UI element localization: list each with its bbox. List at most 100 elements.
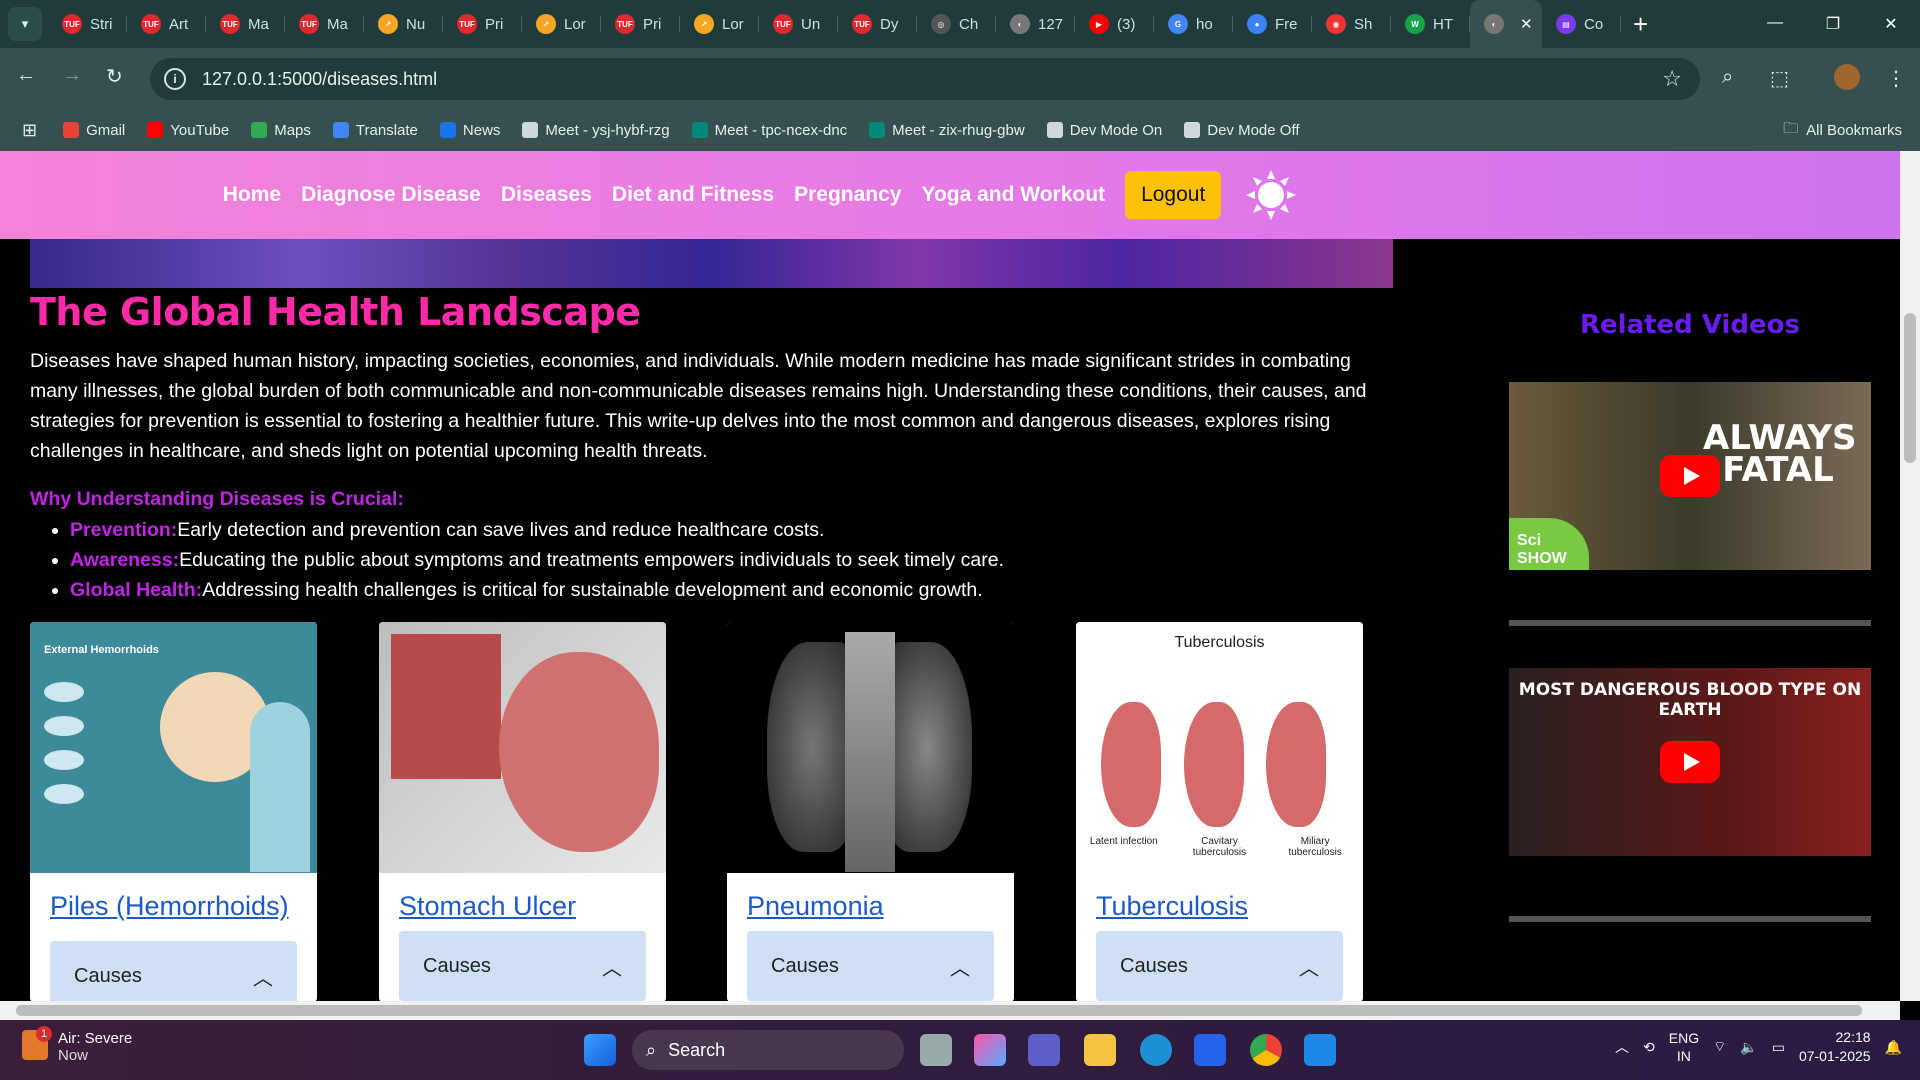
browser-tab[interactable]: TUF Pri — [601, 0, 680, 48]
nav-link-diseases[interactable]: Diseases — [501, 183, 592, 207]
browser-tab[interactable]: ◐ ✕ — [1470, 0, 1542, 48]
lung-illustration — [1101, 702, 1161, 827]
bookmark-item[interactable]: Meet - tpc-ncex-dnc — [691, 122, 847, 139]
bookmark-item[interactable]: Maps — [251, 122, 311, 139]
close-window-button[interactable]: ✕ — [1862, 14, 1920, 34]
logout-button[interactable]: Logout — [1125, 171, 1222, 219]
notification-bell-icon[interactable]: 🔔 — [1885, 1039, 1902, 1056]
new-tab-button[interactable]: + — [1633, 11, 1648, 37]
play-button-icon[interactable] — [1660, 455, 1720, 497]
vscode-icon[interactable] — [1304, 1034, 1336, 1066]
browser-tab[interactable]: ◉ Sh — [1312, 0, 1391, 48]
bookmark-item[interactable]: Meet - zix-rhug-gbw — [869, 122, 1025, 139]
minimize-button[interactable]: — — [1746, 14, 1804, 34]
profile-avatar[interactable] — [1834, 64, 1860, 90]
browser-tab[interactable]: ↗ Nu — [364, 0, 443, 48]
causes-accordion[interactable]: Causes ︿ — [50, 941, 297, 1002]
back-button[interactable]: ← — [16, 64, 36, 87]
browser-tab[interactable]: TUF Dy — [838, 0, 917, 48]
theme-toggle-sun-icon[interactable] — [1245, 169, 1297, 221]
horizontal-scrollbar[interactable] — [0, 1001, 1900, 1020]
browser-tab[interactable]: TUF Un — [759, 0, 838, 48]
causes-accordion[interactable]: Causes ︿ — [399, 931, 646, 1001]
volume-icon[interactable]: 🔈 — [1740, 1039, 1757, 1056]
bookmark-item[interactable]: Dev Mode Off — [1184, 122, 1300, 139]
extensions-icon[interactable]: ⬚ — [1770, 66, 1789, 91]
browser-tab[interactable]: ▶ (3) — [1075, 0, 1154, 48]
browser-tab[interactable]: TUF Pri — [443, 0, 522, 48]
nav-link-diet-and-fitness[interactable]: Diet and Fitness — [612, 183, 774, 207]
reload-button[interactable]: ↻ — [106, 64, 123, 89]
browser-tab[interactable]: ▤ Co — [1542, 0, 1621, 48]
store-icon[interactable] — [1194, 1034, 1226, 1066]
menu-icon[interactable]: ⋮ — [1886, 66, 1906, 91]
video-thumbnail[interactable]: ALWAYS FATAL Sci SHOW — [1509, 382, 1871, 570]
card-title-link[interactable]: Stomach Ulcer — [399, 891, 646, 921]
browser-tab[interactable]: ● Fre — [1233, 0, 1312, 48]
taskbar-search[interactable]: ⌕ Search — [632, 1030, 904, 1070]
bookmark-item[interactable]: News — [439, 122, 500, 139]
browser-tab[interactable]: ↗ Lor — [522, 0, 601, 48]
close-tab-icon[interactable]: ✕ — [1520, 15, 1533, 33]
weather-widget[interactable]: 1 Air: Severe Now — [22, 1026, 132, 1064]
browser-tab[interactable]: W HT — [1391, 0, 1470, 48]
search-lens-icon[interactable]: ⌕ — [1722, 66, 1733, 89]
card-title-link[interactable]: Tuberculosis — [1096, 891, 1343, 921]
bookmark-item[interactable]: Dev Mode On — [1046, 122, 1162, 139]
copilot-icon[interactable] — [974, 1034, 1006, 1066]
task-view-icon[interactable] — [920, 1034, 952, 1066]
browser-tab[interactable]: ◐ 127 — [996, 0, 1075, 48]
browser-tab[interactable]: TUF Ma — [206, 0, 285, 48]
stomach-ulcer-image — [379, 622, 666, 873]
chrome-icon[interactable] — [1250, 1034, 1282, 1066]
reason-text: Educating the public about symptoms and … — [179, 549, 1004, 571]
card-title-link[interactable]: Pneumonia — [747, 891, 994, 921]
chevron-up-icon[interactable]: ︿ — [1615, 1037, 1629, 1057]
nav-link-yoga-and-workout[interactable]: Yoga and Workout — [922, 183, 1106, 207]
teams-icon[interactable] — [1028, 1034, 1060, 1066]
apps-grid-icon[interactable]: ⊞ — [22, 120, 37, 141]
bookmark-item[interactable]: Meet - ysj-hybf-rzg — [522, 122, 670, 139]
video-thumbnail[interactable]: MOST DANGEROUS BLOOD TYPE ON EARTH — [1509, 668, 1871, 856]
bookmark-item[interactable]: YouTube — [147, 122, 229, 139]
clock[interactable]: 22:18 07-01-2025 — [1799, 1028, 1871, 1066]
file-explorer-icon[interactable] — [1084, 1034, 1116, 1066]
forward-button[interactable]: → — [62, 64, 82, 87]
edge-icon[interactable] — [1140, 1034, 1172, 1066]
wifi-icon[interactable]: ⌔ — [1713, 1038, 1726, 1056]
horizontal-scroll-thumb[interactable] — [16, 1005, 1862, 1016]
start-windows-icon[interactable] — [584, 1034, 616, 1066]
bookmark-item[interactable]: Gmail — [63, 122, 125, 139]
bookmark-favicon — [522, 122, 539, 138]
reasons-list: Prevention:Early detection and preventio… — [30, 515, 1400, 605]
address-bar[interactable]: i 127.0.0.1:5000/diseases.html ☆ — [150, 58, 1700, 100]
site-info-icon[interactable]: i — [164, 68, 186, 90]
causes-accordion[interactable]: Causes ︿ — [1096, 931, 1343, 1001]
sync-icon[interactable]: ⟲ — [1643, 1039, 1655, 1056]
all-bookmarks-button[interactable]: 🗀 All Bookmarks — [1783, 118, 1902, 143]
play-button-icon[interactable] — [1660, 741, 1720, 783]
nav-link-pregnancy[interactable]: Pregnancy — [794, 183, 901, 207]
browser-tab[interactable]: TUF Art — [127, 0, 206, 48]
browser-tab[interactable]: ↗ Lor — [680, 0, 759, 48]
battery-icon[interactable]: ▭ — [1772, 1039, 1785, 1056]
browser-tab[interactable]: ◎ Ch — [917, 0, 996, 48]
video-overlay-text: MOST DANGEROUS BLOOD TYPE ON EARTH — [1518, 680, 1862, 720]
language-indicator[interactable]: ENG IN — [1669, 1029, 1699, 1065]
browser-tab[interactable]: TUF Ma — [285, 0, 364, 48]
bookmark-star-icon[interactable]: ☆ — [1662, 66, 1682, 92]
browser-tab[interactable]: TUF Stri — [48, 0, 127, 48]
nav-link-home[interactable]: Home — [223, 183, 281, 207]
reason-label: Awareness: — [70, 549, 180, 571]
restore-button[interactable]: ❐ — [1804, 14, 1862, 34]
browser-tab[interactable]: Gho — [1154, 0, 1233, 48]
card-title-link[interactable]: Piles (Hemorrhoids) — [50, 891, 297, 921]
bookmark-item[interactable]: Translate — [332, 122, 418, 139]
tab-search-button[interactable]: ▾ — [8, 7, 42, 41]
hero-banner-image — [30, 239, 1393, 288]
vertical-scrollbar[interactable] — [1900, 151, 1920, 1001]
vertical-scroll-thumb[interactable] — [1904, 313, 1916, 463]
tb-label: Cavitary tuberculosis — [1192, 836, 1247, 858]
causes-accordion[interactable]: Causes ︿ — [747, 931, 994, 1001]
nav-link-diagnose-disease[interactable]: Diagnose Disease — [301, 183, 481, 207]
